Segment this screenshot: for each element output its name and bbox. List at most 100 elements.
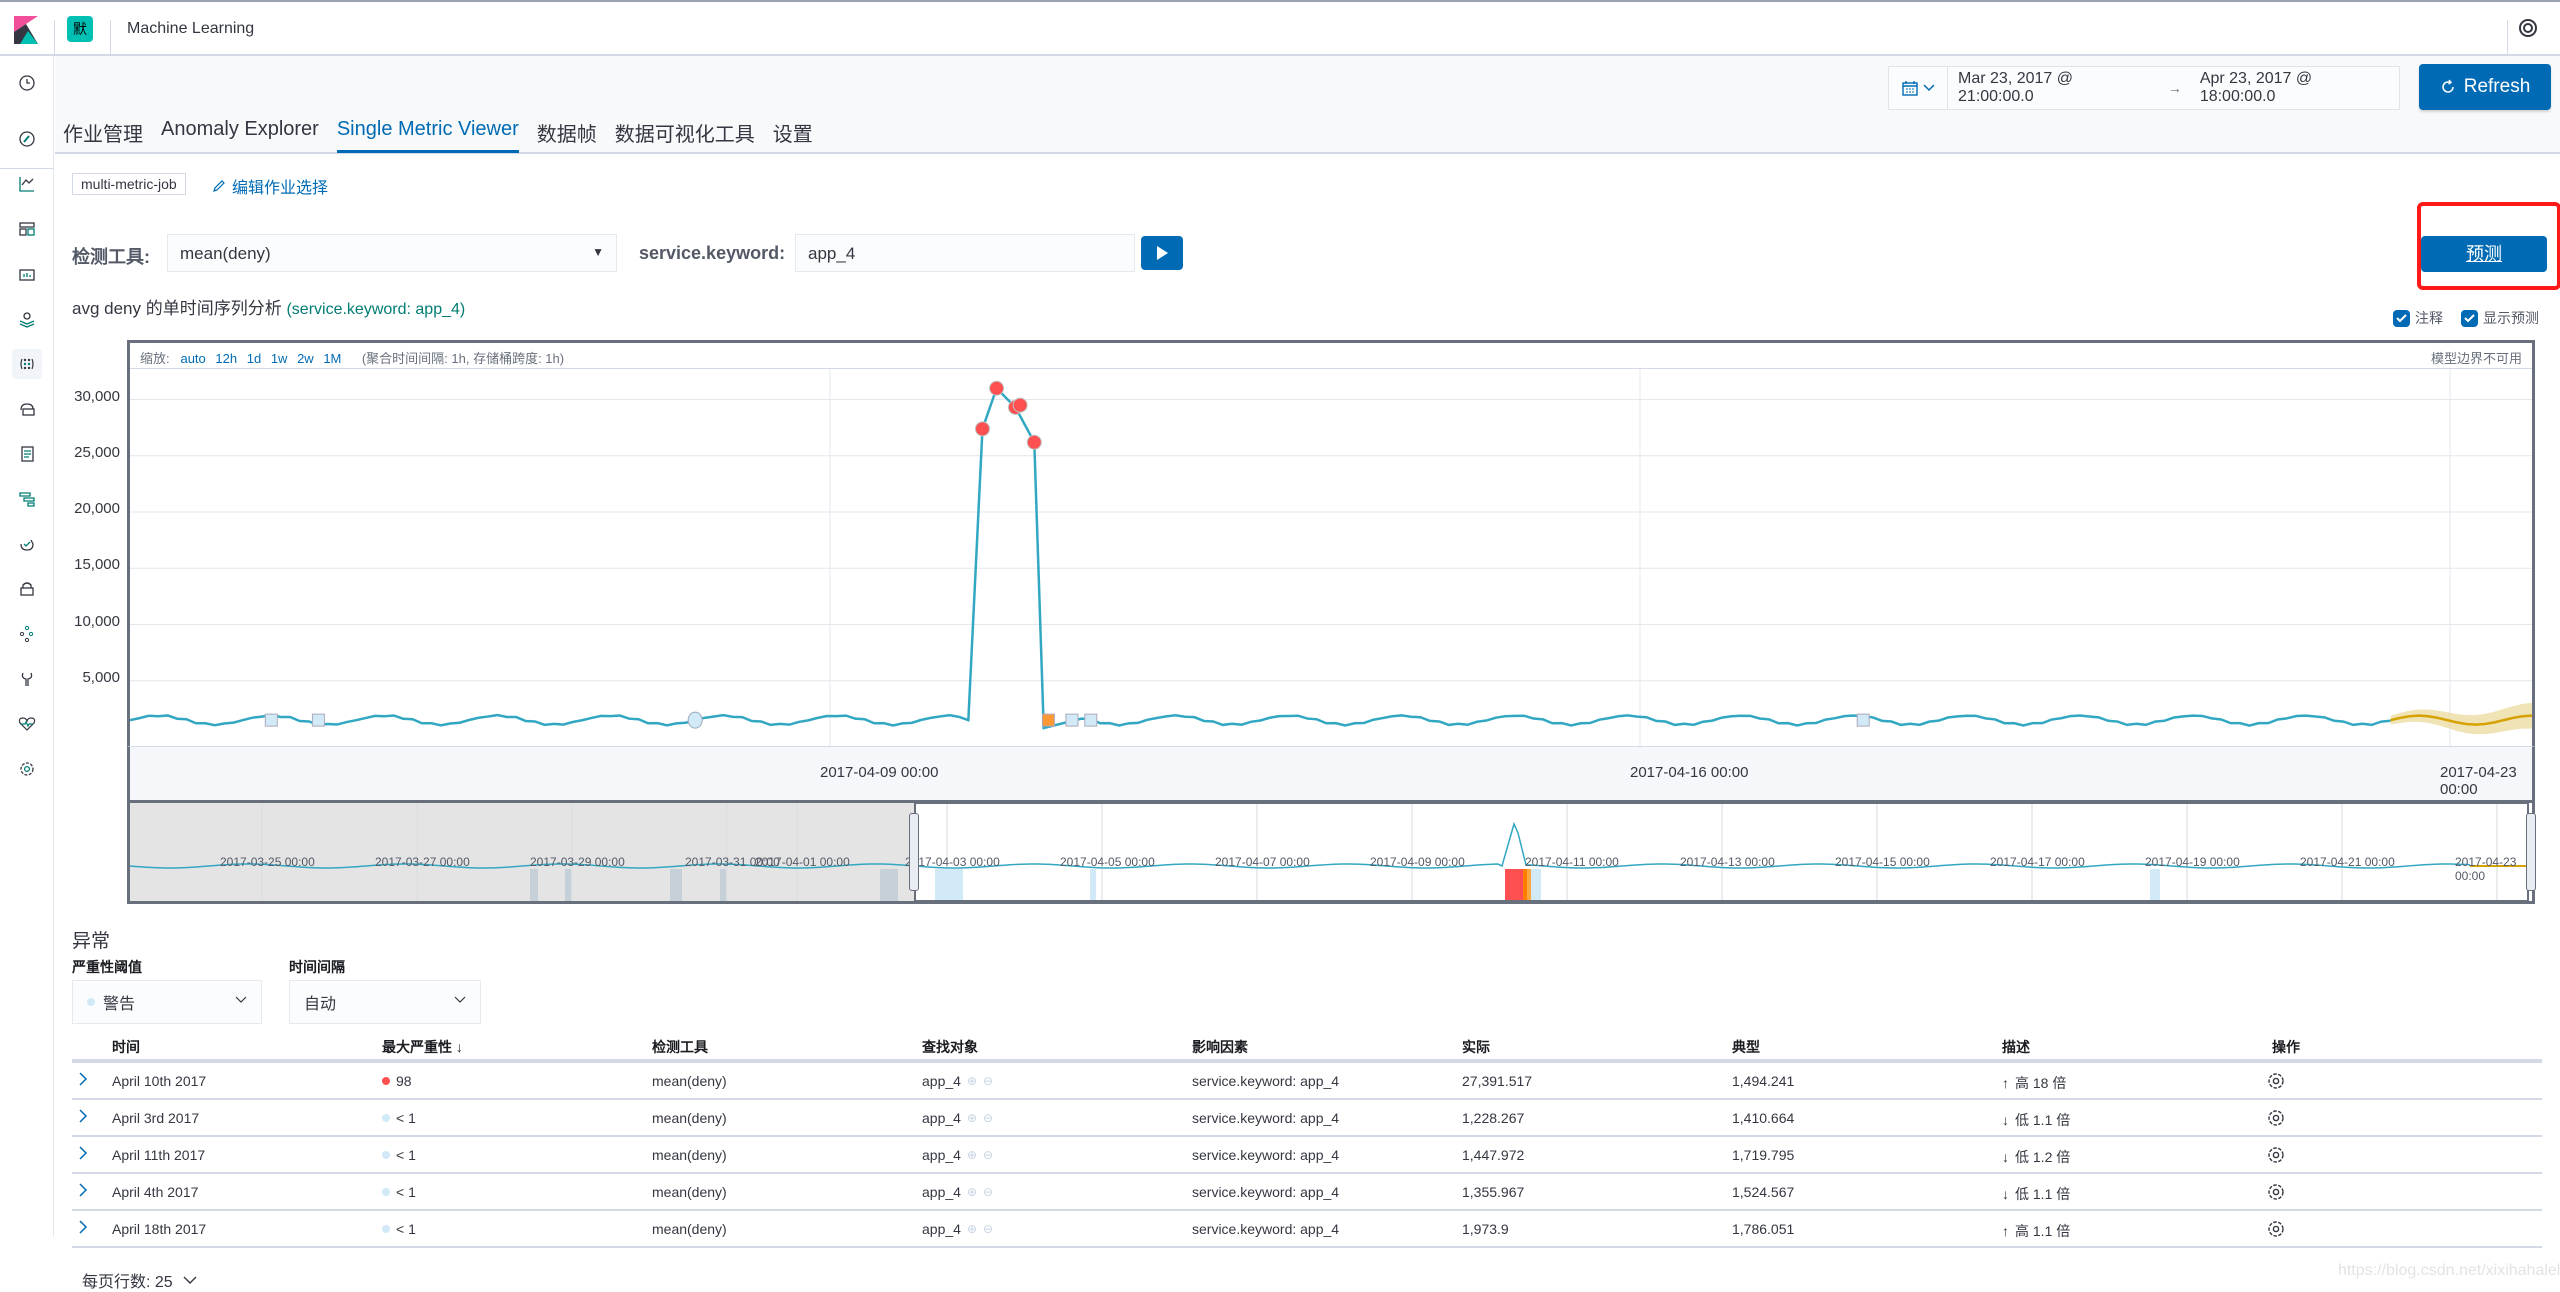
col-description[interactable]: 描述: [2002, 1037, 2030, 1057]
gear-icon: [2268, 1221, 2284, 1237]
apply-button[interactable]: [1141, 236, 1183, 270]
start-date[interactable]: Mar 23, 2017 @ 21:00:00.0: [1948, 70, 2160, 106]
quick-menu-button[interactable]: [1889, 67, 1949, 109]
col-time[interactable]: 时间: [112, 1037, 140, 1057]
add-filter-icon[interactable]: ⊕: [967, 1222, 977, 1236]
edit-job-selection-link[interactable]: 编辑作业选择: [212, 174, 328, 198]
detector-select[interactable]: mean(deny) ▼: [167, 234, 617, 272]
annotations-checkbox[interactable]: 注释: [2393, 308, 2443, 328]
nav-recent[interactable]: [12, 68, 42, 98]
anomaly-marker: [1041, 713, 1055, 727]
show-forecast-checkbox[interactable]: 显示预测: [2461, 308, 2539, 328]
brush-handle-right[interactable]: [2526, 813, 2536, 891]
wrench-icon: [21, 672, 33, 686]
nav-discover[interactable]: [12, 124, 42, 154]
nav-dev-tools[interactable]: [12, 664, 42, 694]
zoom-auto[interactable]: auto: [180, 351, 205, 366]
zoom-1d[interactable]: 1d: [247, 351, 261, 366]
top-bar: 默 Machine Learning: [0, 0, 2560, 56]
nav-visualize[interactable]: [12, 169, 42, 199]
remove-filter-icon[interactable]: ⊖: [983, 1111, 993, 1125]
col-detector[interactable]: 检测工具: [652, 1037, 708, 1057]
col-max-severity[interactable]: 最大严重性 ↓: [382, 1037, 463, 1057]
kibana-logo-icon[interactable]: [14, 16, 38, 44]
context-tick-label: 2017-04-09 00:00: [1370, 855, 1465, 869]
anomaly-marker: [311, 713, 325, 727]
interval-value: 自动: [304, 996, 337, 1013]
col-typical[interactable]: 典型: [1732, 1037, 1760, 1057]
tab-data-frames[interactable]: 数据帧: [537, 118, 597, 153]
severity-dot: [382, 1114, 390, 1122]
nav-siem[interactable]: [12, 574, 42, 604]
context-chart[interactable]: 2017-03-25 00:00 2017-03-27 00:00 2017-03-…: [127, 800, 2536, 904]
context-tick-label: 2017-03-25 00:00: [220, 855, 315, 869]
add-filter-icon[interactable]: ⊕: [967, 1074, 977, 1088]
table-row[interactable]: April 4th 2017 < 1 mean(deny) app_4 ⊕ ⊖ se…: [72, 1174, 2542, 1211]
cell-description: ↓ 低 1.1 倍: [2002, 1184, 2070, 1204]
date-picker[interactable]: Mar 23, 2017 @ 21:00:00.0 → Apr 23, 2017…: [1888, 66, 2400, 110]
add-filter-icon[interactable]: ⊕: [967, 1185, 977, 1199]
logs-icon: [21, 446, 34, 462]
nav-monitoring[interactable]: [12, 709, 42, 739]
remove-filter-icon[interactable]: ⊖: [983, 1222, 993, 1236]
rows-per-page-button[interactable]: 每页行数: 25: [82, 1268, 197, 1292]
table-row[interactable]: April 11th 2017 < 1 mean(deny) app_4 ⊕ ⊖ s…: [72, 1137, 2542, 1174]
actions-button[interactable]: [2266, 1182, 2286, 1202]
col-actual[interactable]: 实际: [1462, 1037, 1490, 1057]
refresh-button[interactable]: Refresh: [2419, 64, 2551, 110]
zoom-2w[interactable]: 2w: [297, 351, 314, 366]
zoom-1w[interactable]: 1w: [271, 351, 288, 366]
space-avatar[interactable]: 默: [67, 16, 93, 42]
nav-maps[interactable]: [12, 304, 42, 334]
help-icon[interactable]: [2518, 18, 2538, 38]
nav-graph[interactable]: [12, 619, 42, 649]
nav-management[interactable]: [12, 754, 42, 784]
zoom-1M[interactable]: 1M: [323, 351, 341, 366]
actions-button[interactable]: [2266, 1071, 2286, 1091]
context-tick-label: 2017-04-19 00:00: [2145, 855, 2240, 869]
table-row[interactable]: April 10th 2017 98 mean(deny) app_4 ⊕ ⊖ se…: [72, 1063, 2542, 1100]
actions-button[interactable]: [2266, 1219, 2286, 1239]
expand-row-button[interactable]: [78, 1145, 88, 1161]
actions-button[interactable]: [2266, 1145, 2286, 1165]
anomalies-title: 异常: [72, 931, 111, 952]
tab-single-metric-viewer[interactable]: Single Metric Viewer: [336, 118, 519, 153]
col-found-for[interactable]: 查找对象: [922, 1037, 978, 1057]
add-filter-icon[interactable]: ⊕: [967, 1148, 977, 1162]
nav-dashboard[interactable]: [12, 214, 42, 244]
zoom-12h[interactable]: 12h: [215, 351, 237, 366]
tab-data-visualizer[interactable]: 数据可视化工具: [615, 118, 755, 153]
nav-uptime[interactable]: [12, 529, 42, 559]
end-date[interactable]: Apr 23, 2017 @ 18:00:00.0: [2190, 70, 2399, 106]
nav-infrastructure[interactable]: [12, 394, 42, 424]
expand-row-button[interactable]: [78, 1071, 88, 1087]
expand-row-button[interactable]: [78, 1108, 88, 1124]
remove-filter-icon[interactable]: ⊖: [983, 1074, 993, 1088]
severity-threshold-select[interactable]: 警告: [72, 980, 262, 1024]
tab-settings[interactable]: 设置: [773, 118, 813, 153]
table-row[interactable]: April 3rd 2017 < 1 mean(deny) app_4 ⊕ ⊖ se…: [72, 1100, 2542, 1137]
nav-canvas[interactable]: [12, 259, 42, 289]
direction-arrow-icon: ↑: [2002, 1075, 2009, 1091]
cell-time: April 10th 2017: [112, 1073, 207, 1089]
nav-logs[interactable]: [12, 439, 42, 469]
nav-apm[interactable]: [12, 484, 42, 514]
interval-select[interactable]: 自动: [289, 980, 481, 1024]
remove-filter-icon[interactable]: ⊖: [983, 1148, 993, 1162]
actions-button[interactable]: [2266, 1108, 2286, 1128]
focus-chart[interactable]: 缩放: auto 12h 1d 1w 2w 1M (聚合时间间隔: 1h, 存储…: [127, 340, 2535, 749]
remove-filter-icon[interactable]: ⊖: [983, 1185, 993, 1199]
cell-severity: < 1: [382, 1110, 416, 1126]
expand-row-button[interactable]: [78, 1182, 88, 1198]
table-row[interactable]: April 18th 2017 < 1 mean(deny) app_4 ⊕ ⊖ s…: [72, 1211, 2542, 1248]
tab-job-management[interactable]: 作业管理: [63, 118, 143, 153]
severity-dot: [87, 998, 95, 1006]
entity-value: app_4: [922, 1110, 961, 1126]
brush-handle-left[interactable]: [909, 813, 919, 891]
expand-row-button[interactable]: [78, 1219, 88, 1235]
nav-machine-learning[interactable]: [12, 349, 42, 379]
context-tick-label: 2017-04-15 00:00: [1835, 855, 1930, 869]
add-filter-icon[interactable]: ⊕: [967, 1111, 977, 1125]
entity-input[interactable]: app_4: [795, 234, 1135, 272]
tab-anomaly-explorer[interactable]: Anomaly Explorer: [161, 118, 319, 153]
